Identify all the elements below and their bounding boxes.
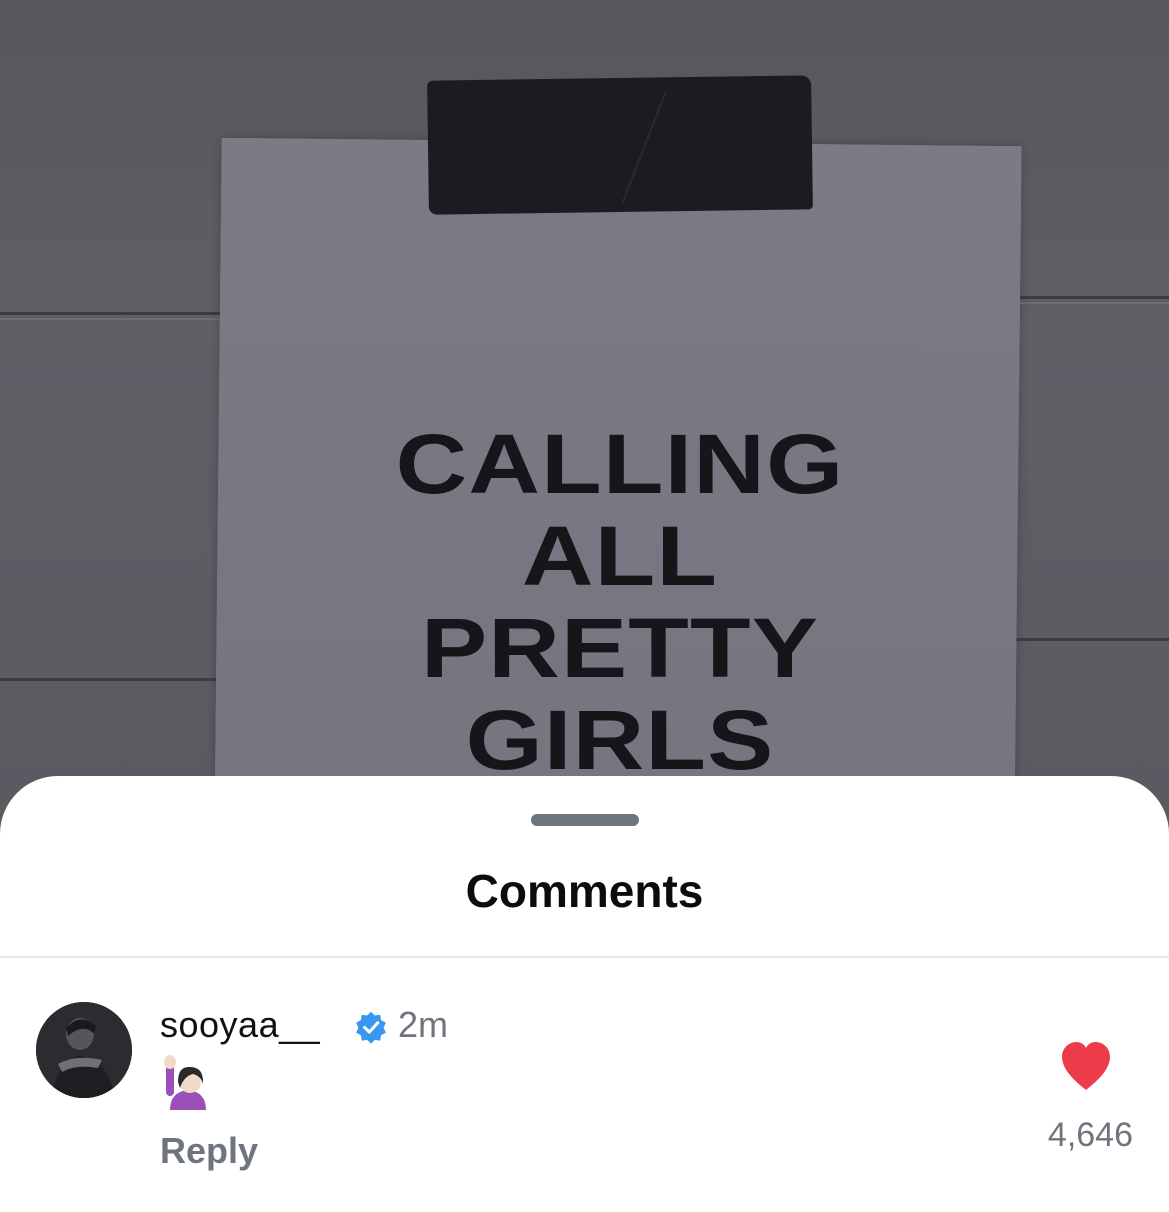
comments-sheet: Comments sooyaa__ 2m Reply 4,646 [0, 776, 1169, 1212]
duct-tape [427, 75, 813, 215]
wall-plank-line [1010, 638, 1169, 641]
reply-button[interactable]: Reply [160, 1130, 258, 1172]
wall-plank-line [0, 678, 230, 681]
wall-plank-highlight [1010, 302, 1169, 304]
sign-line: CALLING [395, 417, 845, 511]
sign-line: GIRLS [465, 693, 775, 787]
like-count: 4,646 [1047, 1116, 1133, 1154]
comment-username[interactable]: sooyaa__ [160, 1004, 320, 1046]
sign-text: CALLING ALL PRETTY GIRLS [242, 418, 997, 786]
avatar-image [36, 1002, 132, 1098]
raising-hand-emoji-icon [164, 1055, 206, 1110]
wall-plank-line [1010, 296, 1169, 299]
sign-line: ALL [521, 509, 719, 603]
wall-plank-line [0, 312, 230, 315]
heart-icon[interactable] [1058, 1040, 1114, 1092]
wall-plank-highlight [0, 318, 230, 320]
divider [0, 956, 1169, 958]
sheet-title: Comments [465, 865, 704, 917]
avatar[interactable] [36, 1002, 132, 1098]
verified-badge-icon [356, 1011, 386, 1044]
sign-line: PRETTY [420, 601, 820, 695]
post-media: CALLING ALL PRETTY GIRLS [0, 0, 1169, 820]
comment-timestamp: 2m [398, 1004, 449, 1045]
sheet-grabber[interactable] [531, 814, 639, 826]
